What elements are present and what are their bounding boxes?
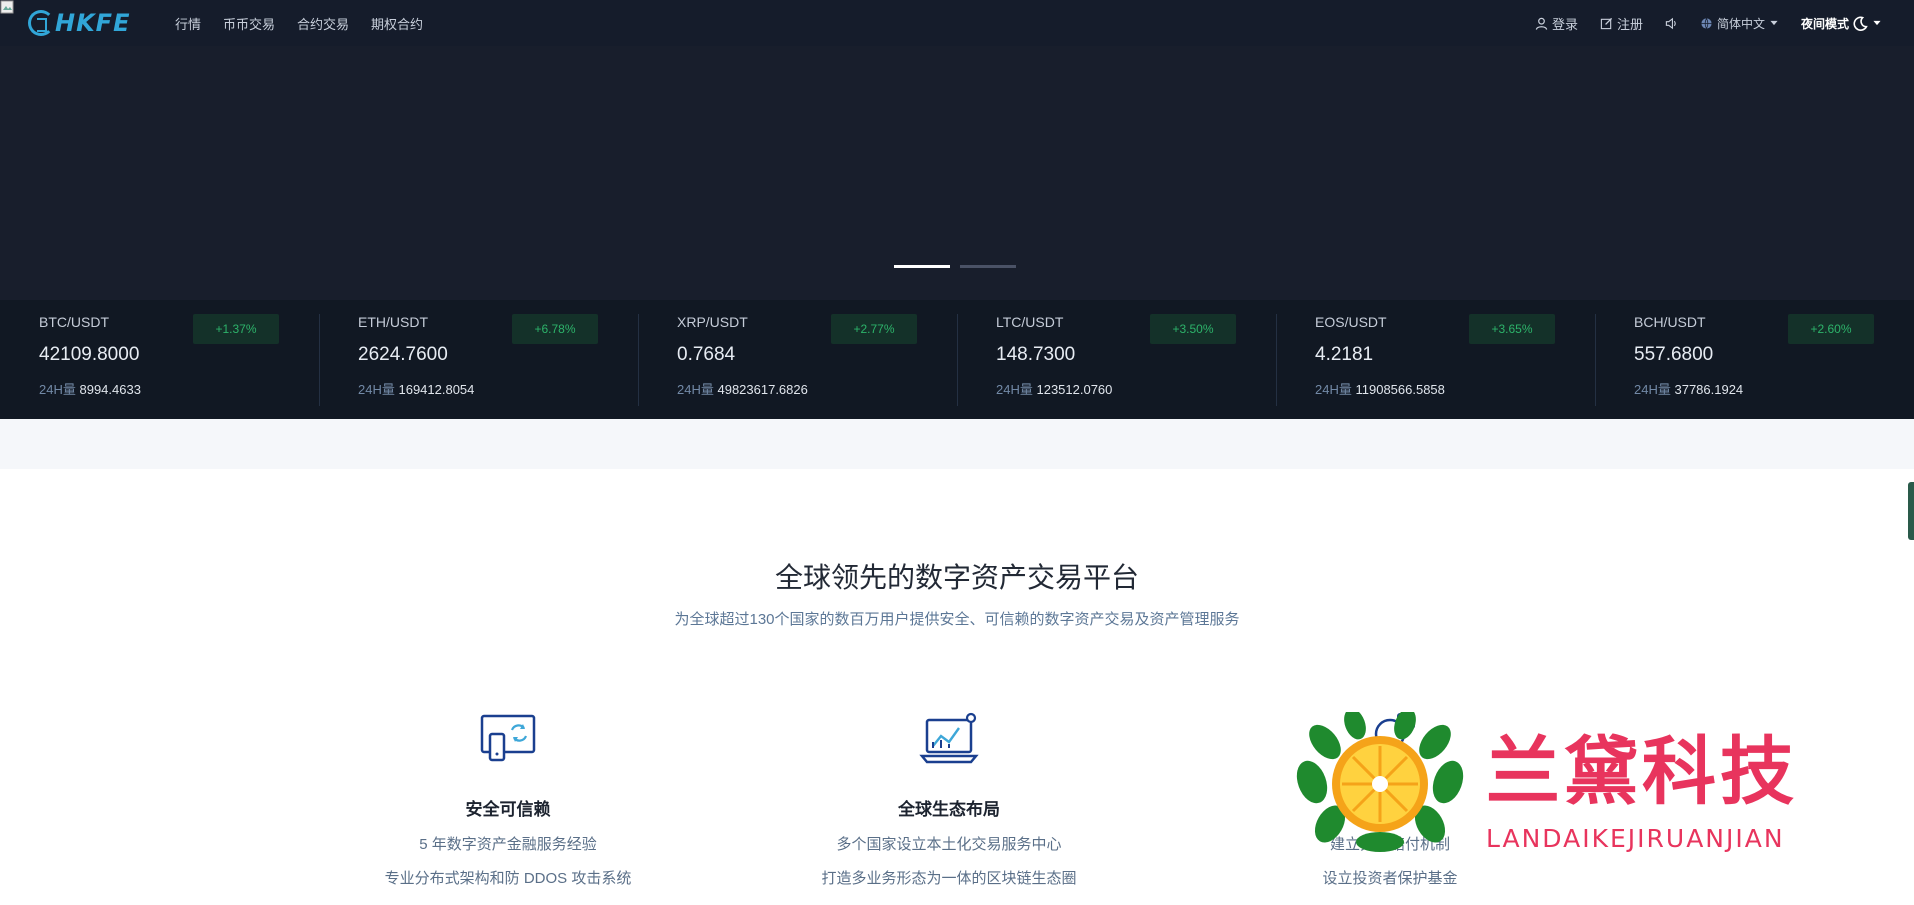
- night-mode-label: 夜间模式: [1800, 16, 1849, 31]
- feature-line: 多个国家设立本土化交易服务中心: [836, 836, 1062, 853]
- globe-icon: [1701, 17, 1712, 29]
- ticker-volume: 24H量 169412.8054: [358, 379, 599, 398]
- caret-down-icon: [1873, 20, 1881, 26]
- main-nav: 行情 币币交易 合约交易 期权合约: [175, 0, 423, 46]
- site-logo[interactable]: HKFE: [28, 9, 130, 37]
- nav-options[interactable]: 期权合约: [371, 14, 423, 33]
- feature-title: 安全可信赖: [465, 800, 551, 819]
- moon-icon: [1853, 16, 1868, 31]
- top-header: HKFE 行情 币币交易 合约交易 期权合约 登录 注册 简体中文 夜间模式: [0, 0, 1914, 46]
- carousel-dot-2[interactable]: [960, 265, 1016, 268]
- ticker-price: 4.2181: [1315, 344, 1374, 365]
- ticker-change-badge: +2.77%: [831, 314, 917, 344]
- nav-market[interactable]: 行情: [175, 14, 201, 33]
- caret-down-icon: [1770, 20, 1778, 26]
- watermark-text-en: LANDAIKEJIRUANJIAN: [1486, 824, 1785, 853]
- nav-contract-trading[interactable]: 合约交易: [297, 14, 349, 33]
- ticker-price: 148.7300: [996, 344, 1076, 365]
- watermark-text-cn: 兰黛科技: [1486, 729, 1798, 815]
- secure-device-icon: [480, 714, 536, 762]
- ticker-volume: 24H量 123512.0760: [996, 379, 1237, 398]
- feature-title: 全球生态布局: [898, 800, 1000, 819]
- volume-value: 11908566.5858: [1355, 382, 1445, 397]
- ticker-change-badge: +3.65%: [1469, 314, 1555, 344]
- section-subtitle: 为全球超过130个国家的数百万用户提供安全、可信赖的数字资产交易及资产管理服务: [674, 611, 1240, 628]
- feature-global: 全球生态布局 多个国家设立本土化交易服务中心 打造多业务形态为一体的区块链生态圈: [729, 712, 1169, 888]
- ticker-card[interactable]: LTC/USDT +3.50% 148.7300 24H量 123512.076…: [957, 300, 1276, 419]
- volume-label: 24H量: [39, 382, 76, 397]
- sound-toggle[interactable]: [1665, 17, 1678, 30]
- hero-banner: [0, 46, 1914, 300]
- language-label: 简体中文: [1716, 16, 1765, 31]
- carousel-dot-1[interactable]: [894, 265, 950, 268]
- volume-value: 8994.4633: [79, 382, 141, 397]
- volume-label: 24H量: [358, 382, 395, 397]
- volume-value: 49823617.6826: [717, 382, 808, 397]
- ticker-change-badge: +2.60%: [1788, 314, 1874, 344]
- volume-label: 24H量: [996, 382, 1033, 397]
- feature-secure: 安全可信赖 5 年数字资产金融服务经验 专业分布式架构和防 DDOS 攻击系统: [288, 712, 728, 888]
- ticker-price: 0.7684: [677, 344, 736, 365]
- watermark-logo: [1296, 712, 1464, 852]
- ticker-volume: 24H量 8994.4633: [39, 379, 280, 398]
- edit-icon: [1600, 17, 1613, 29]
- login-label: 登录: [1551, 16, 1578, 32]
- ticker-card[interactable]: XRP/USDT +2.77% 0.7684 24H量 49823617.682…: [638, 300, 957, 419]
- register-link[interactable]: 注册: [1600, 14, 1643, 33]
- nav-spot-trading[interactable]: 币币交易: [223, 14, 275, 33]
- volume-value: 37786.1924: [1674, 382, 1744, 397]
- ticker-price: 2624.7600: [358, 344, 448, 365]
- side-float-tab[interactable]: [1908, 482, 1914, 540]
- broken-image-icon: [0, 0, 14, 14]
- speaker-icon: [1665, 17, 1676, 29]
- section-divider: [0, 419, 1914, 469]
- ticker-card[interactable]: EOS/USDT +3.65% 4.2181 24H量 11908566.585…: [1276, 300, 1595, 419]
- feature-line: 专业分布式架构和防 DDOS 攻击系统: [384, 870, 632, 887]
- user-icon: [1535, 17, 1548, 30]
- volume-value: 169412.8054: [398, 382, 475, 397]
- volume-label: 24H量: [1634, 382, 1671, 397]
- ticker-price: 42109.8000: [39, 344, 140, 365]
- carousel-indicators: [894, 265, 1016, 268]
- ticker-card[interactable]: ETH/USDT +6.78% 2624.7600 24H量 169412.80…: [319, 300, 638, 419]
- ticker-card[interactable]: BTC/USDT +1.37% 42109.8000 24H量 8994.463…: [0, 300, 319, 419]
- login-link[interactable]: 登录: [1535, 14, 1578, 33]
- language-selector[interactable]: 简体中文: [1700, 15, 1779, 32]
- ticker-volume: 24H量 11908566.5858: [1315, 379, 1556, 398]
- volume-value: 123512.0760: [1036, 382, 1113, 397]
- header-actions: 登录 注册 简体中文 夜间模式: [1535, 0, 1882, 46]
- feature-line: 5 年数字资产金融服务经验: [419, 836, 597, 853]
- volume-label: 24H量: [1315, 382, 1352, 397]
- ticker-change-badge: +3.50%: [1150, 314, 1236, 344]
- ticker-volume: 24H量 37786.1924: [1634, 379, 1875, 398]
- ticker-volume: 24H量 49823617.6826: [677, 379, 918, 398]
- ticker-price: 557.6800: [1634, 344, 1714, 365]
- market-ticker: BTC/USDT +1.37% 42109.8000 24H量 8994.463…: [0, 300, 1914, 419]
- ticker-change-badge: +6.78%: [512, 314, 598, 344]
- night-mode-toggle[interactable]: 夜间模式: [1801, 15, 1882, 32]
- watermark-overlay: 兰黛科技 LANDAIKEJIRUANJIAN: [1290, 712, 1914, 872]
- logo-mark-icon: [28, 10, 54, 36]
- ticker-card[interactable]: BCH/USDT +2.60% 557.6800 24H量 37786.1924: [1595, 300, 1914, 419]
- logo-text: HKFE: [55, 9, 131, 37]
- global-chart-icon: [919, 712, 979, 764]
- volume-label: 24H量: [677, 382, 714, 397]
- ticker-change-badge: +1.37%: [193, 314, 279, 344]
- register-label: 注册: [1616, 16, 1643, 32]
- feature-line: 打造多业务形态为一体的区块链生态圈: [821, 870, 1077, 887]
- section-title: 全球领先的数字资产交易平台: [774, 562, 1139, 593]
